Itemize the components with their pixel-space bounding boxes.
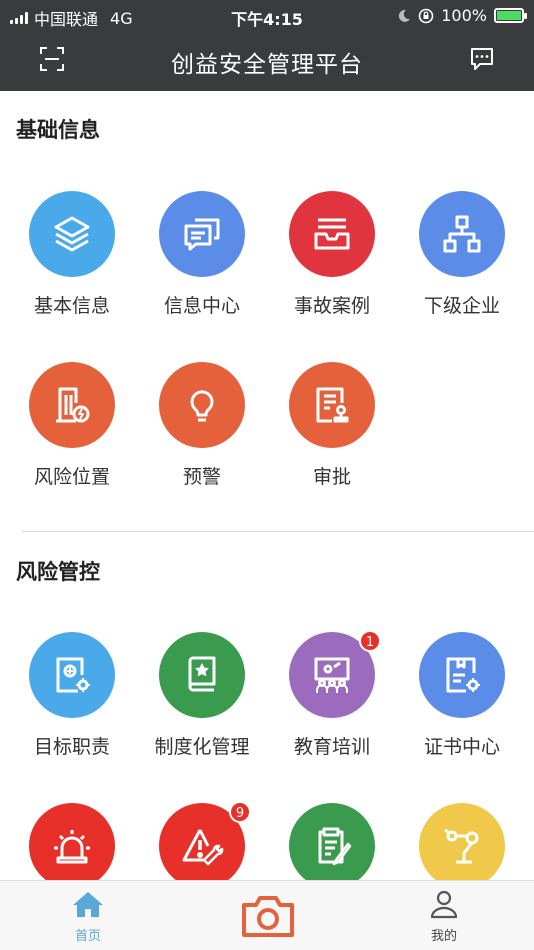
grid-item-label: 风险位置	[33, 466, 110, 488]
book-star-icon	[159, 632, 245, 718]
section-title-risk: 风险管控	[16, 560, 100, 584]
message-icon[interactable]	[467, 44, 497, 74]
grid-item-info-center[interactable]: 信息中心	[137, 191, 267, 318]
top-bar: 中国联通 4G 下午4:15 100% 创益安全管理平台	[0, 0, 534, 91]
building-alert-icon	[29, 362, 115, 448]
document-gear-icon	[29, 632, 115, 718]
home-icon	[73, 892, 103, 917]
chat-bubbles-icon	[159, 191, 245, 277]
certificate-gear-icon	[419, 632, 505, 718]
user-icon	[430, 890, 458, 919]
camera-icon[interactable]	[240, 891, 296, 939]
warning-wrench-icon: 9	[159, 801, 251, 889]
grid-item-label: 信息中心	[163, 295, 240, 317]
tab-mine[interactable]: 我的	[404, 889, 484, 944]
orientation-lock-icon	[418, 8, 434, 23]
clipboard-edit-icon	[289, 803, 375, 889]
layers-icon	[29, 191, 115, 277]
section-title-basic: 基础信息	[16, 118, 100, 142]
grid-item-label: 目标职责	[33, 736, 110, 758]
grid-item-goal-duty[interactable]: 目标职责	[7, 632, 137, 759]
grid-item-label: 教育培训	[293, 736, 370, 758]
grid-item-warning[interactable]: 预警	[137, 362, 267, 489]
grid-item-label: 预警	[182, 466, 221, 488]
battery-icon	[494, 8, 527, 23]
tab-home[interactable]: 首页	[48, 889, 128, 944]
grid-item-label: 制度化管理	[154, 736, 250, 758]
notification-badge: 1	[359, 630, 381, 652]
page-title: 创益安全管理平台	[171, 52, 363, 78]
robot-arm-icon	[419, 803, 505, 889]
grid-item-label: 下级企业	[423, 295, 500, 317]
notification-badge: 9	[229, 801, 251, 823]
section-divider	[22, 531, 534, 532]
grid-item-certificate[interactable]: 证书中心	[397, 632, 527, 759]
grid-item-label: 事故案例	[293, 295, 370, 317]
org-chart-icon	[419, 191, 505, 277]
grid-item-institution[interactable]: 制度化管理	[137, 632, 267, 759]
grid-item-approval[interactable]: 审批	[267, 362, 397, 489]
alarm-light-icon	[29, 803, 115, 889]
grid-item-label: 审批	[312, 466, 351, 488]
inbox-tray-icon	[289, 191, 375, 277]
tab-mine-label: 我的	[430, 929, 457, 944]
presentation-icon: 1	[289, 630, 381, 718]
lightbulb-icon	[159, 362, 245, 448]
tab-bar: 首页 我的	[0, 880, 534, 950]
grid-item-label: 基本信息	[33, 295, 110, 317]
battery-percent: 100%	[441, 6, 487, 25]
grid-item-education[interactable]: 1 教育培训	[267, 630, 397, 759]
tab-home-label: 首页	[74, 929, 101, 944]
grid-item-accident-cases[interactable]: 事故案例	[267, 191, 397, 318]
status-bar: 中国联通 4G 下午4:15 100%	[0, 0, 534, 32]
grid-item-label: 证书中心	[423, 736, 500, 758]
grid-item-subordinate[interactable]: 下级企业	[397, 191, 527, 318]
grid-item-basic-info[interactable]: 基本信息	[7, 191, 137, 318]
document-approve-icon	[289, 362, 375, 448]
moon-icon	[399, 9, 411, 22]
grid-item-risk-location[interactable]: 风险位置	[7, 362, 137, 489]
